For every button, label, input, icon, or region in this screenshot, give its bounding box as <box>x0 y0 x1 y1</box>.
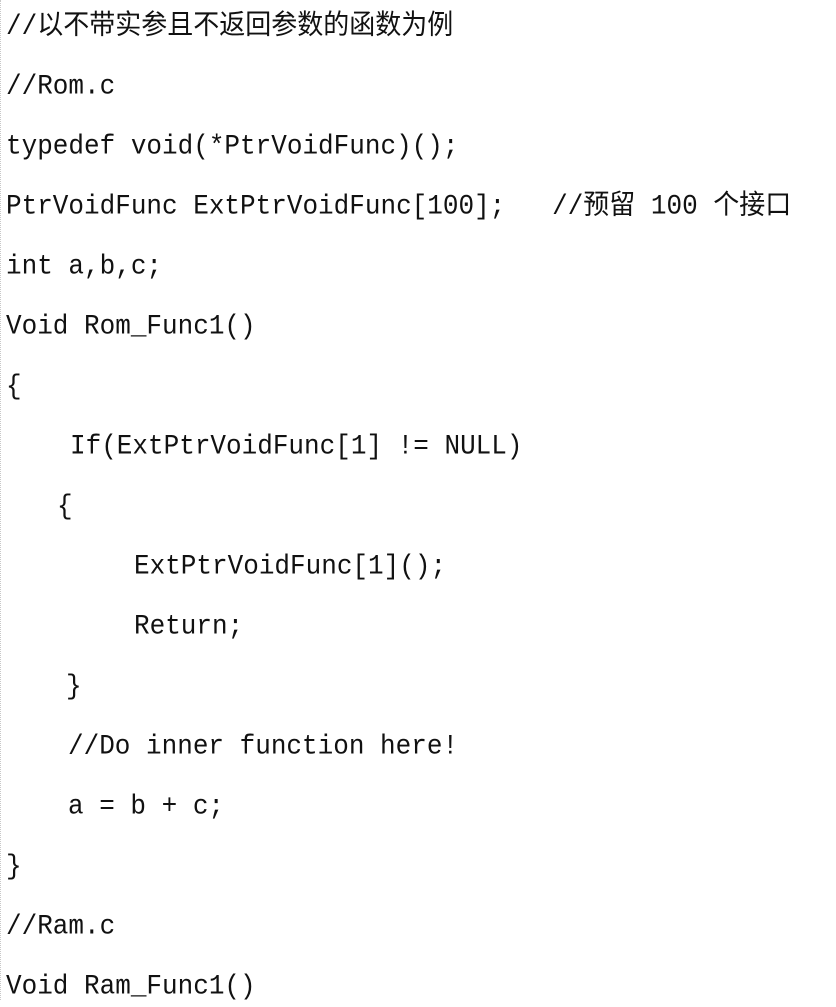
code-line-assignment: a = b + c; <box>68 790 225 822</box>
code-line-if-statement: If(ExtPtrVoidFunc[1] != NULL) <box>70 430 523 462</box>
code-line-rom-file-comment: //Rom.c <box>6 70 116 102</box>
code-line-int-decl: int a,b,c; <box>6 250 163 282</box>
code-line-comment-title: //以不带实参且不返回参数的函数为例 <box>6 10 454 42</box>
code-line-close-brace: } <box>6 850 22 882</box>
code-line-inner-comment: //Do inner function here! <box>68 730 459 762</box>
code-line-array-decl: PtrVoidFunc ExtPtrVoidFunc[100]; //预留 10… <box>6 190 792 222</box>
code-line-if-open-brace: { <box>57 490 73 522</box>
code-line-open-brace: { <box>6 370 22 402</box>
code-line-return: Return; <box>134 610 244 642</box>
code-line-ram-func-signature: Void Ram_Func1() <box>6 970 256 1002</box>
code-line-typedef: typedef void(*PtrVoidFunc)(); <box>6 130 459 162</box>
code-line-ram-file-comment: //Ram.c <box>6 910 116 942</box>
code-line-rom-func-signature: Void Rom_Func1() <box>6 310 256 342</box>
code-line-call-ext-func: ExtPtrVoidFunc[1](); <box>134 550 447 582</box>
code-document: //以不带实参且不返回参数的函数为例 //Rom.c typedef void(… <box>0 0 836 1002</box>
code-line-if-close-brace: } <box>66 670 82 702</box>
